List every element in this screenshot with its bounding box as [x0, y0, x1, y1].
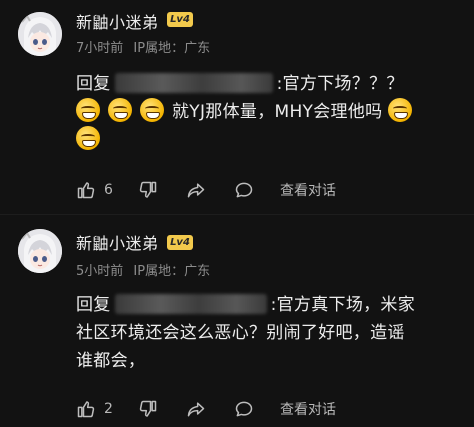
comment-text-line1: :官方下场？？？ — [276, 74, 404, 94]
like-count: 6 — [104, 182, 113, 198]
comment-icon — [235, 182, 253, 198]
reply-prefix: 回复 — [76, 295, 111, 315]
comment-text-line3: 谁都会， — [76, 351, 146, 371]
comment-icon — [235, 401, 253, 417]
level-badge: Lv4 — [167, 12, 193, 27]
grinning-emoji-icon — [108, 98, 132, 122]
grinning-emoji-icon — [140, 98, 164, 122]
dislike-button[interactable] — [138, 178, 158, 202]
reply-prefix: 回复 — [76, 74, 111, 94]
share-button[interactable] — [186, 178, 206, 202]
username[interactable]: 新鼬小迷弟 — [76, 9, 159, 33]
comment-actions: 6 查看对话 — [76, 178, 456, 202]
ip-location: IP属地：广东 — [133, 41, 211, 56]
avatar[interactable] — [18, 229, 62, 273]
like-button[interactable]: 6 — [76, 178, 113, 202]
view-replies-link[interactable]: 查看对话 — [280, 178, 336, 202]
comment-text: 回复 :官方真下场，米家 社区环境还会这么恶心？别闹了好吧，造谣 谁都会， — [76, 291, 461, 375]
comment-meta: 7小时前 IP属地：广东 — [76, 37, 216, 56]
username[interactable]: 新鼬小迷弟 — [76, 230, 159, 254]
grinning-emoji-icon — [76, 98, 100, 122]
comment-actions: 2 查看对话 — [76, 397, 456, 421]
grinning-emoji-icon — [388, 98, 413, 122]
thumbs-down-icon — [139, 181, 157, 198]
comment-text: 回复 :官方下场？？？ 就YJ那体量，MHY会理他吗 — [76, 70, 461, 154]
comment-text-line2: 就YJ那体量，MHY会理他吗 — [172, 102, 383, 122]
avatar[interactable] — [18, 12, 62, 56]
comment-time: 7小时前 — [76, 41, 124, 56]
like-count: 2 — [104, 401, 113, 417]
redacted-username — [114, 294, 267, 314]
comment-button[interactable] — [234, 397, 254, 421]
comment-meta: 5小时前 IP属地：广东 — [76, 260, 216, 279]
thumbs-up-icon — [77, 401, 95, 418]
share-icon — [187, 402, 205, 417]
comment-item: 新鼬小迷弟 Lv4 5小时前 IP属地：广东 回复 :官方真下场，米家 社区环境还… — [0, 214, 474, 427]
thumbs-down-icon — [139, 400, 157, 417]
comment-text-line1: :官方真下场，米家 — [270, 295, 416, 315]
dislike-button[interactable] — [138, 397, 158, 421]
comment-time: 5小时前 — [76, 264, 124, 279]
comment-item: 新鼬小迷弟 Lv4 7小时前 IP属地：广东 回复 :官方下场？？？ 就YJ那体量… — [0, 0, 474, 214]
like-button[interactable]: 2 — [76, 397, 113, 421]
thumbs-up-icon — [77, 182, 95, 199]
share-button[interactable] — [186, 397, 206, 421]
redacted-username — [114, 73, 273, 93]
comment-text-line2: 社区环境还会这么恶心？别闹了好吧，造谣 — [76, 323, 405, 343]
ip-location: IP属地：广东 — [133, 264, 211, 279]
share-icon — [187, 183, 205, 198]
level-badge: Lv4 — [167, 235, 193, 250]
grinning-emoji-icon — [76, 126, 100, 150]
comment-button[interactable] — [234, 178, 254, 202]
view-replies-link[interactable]: 查看对话 — [280, 397, 336, 421]
